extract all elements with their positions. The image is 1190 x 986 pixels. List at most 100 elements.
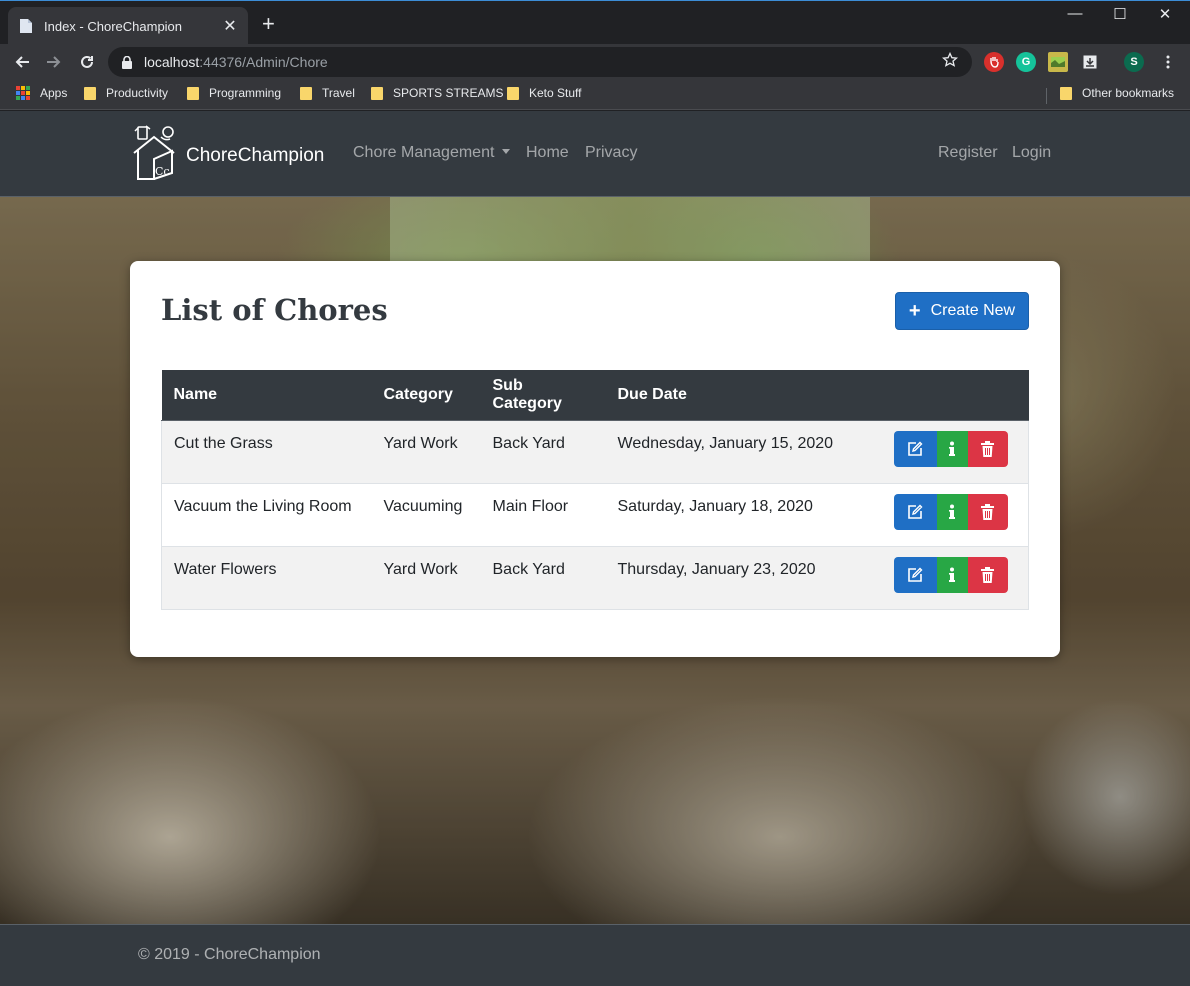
cell-name: Vacuum the Living Room [161, 482, 372, 546]
chore-table: Name Category Sub Category Due Date Cut … [161, 370, 1029, 610]
info-icon [949, 504, 955, 519]
page-title: List of Chores [161, 293, 388, 327]
bookmark-label: Productivity [106, 86, 169, 100]
cell-due-date: Saturday, January 18, 2020 [605, 482, 878, 546]
back-arrow-icon[interactable] [10, 50, 34, 74]
nav-register-link[interactable]: Register [938, 144, 998, 162]
bookmark-folder-productivity[interactable]: Productivity [84, 86, 168, 100]
edit-button[interactable] [893, 556, 937, 593]
cell-due-date: Thursday, January 23, 2020 [605, 545, 878, 610]
nav-chore-management-dropdown[interactable]: Chore Management [353, 144, 511, 162]
maximize-window-button[interactable]: ☐ [1097, 5, 1143, 23]
bookmark-label: Apps [40, 86, 68, 100]
cell-sub-category: Back Yard [480, 545, 606, 610]
bookmark-folder-sports-streams[interactable]: SPORTS STREAMS [371, 86, 503, 100]
reload-icon[interactable] [75, 50, 99, 74]
table-row: Water Flowers Yard Work Back Yard Thursd… [161, 545, 1029, 610]
profile-avatar[interactable]: S [1124, 52, 1144, 72]
cell-category: Yard Work [371, 419, 481, 483]
bookmark-folder-travel[interactable]: Travel [300, 86, 355, 100]
folder-icon [1060, 86, 1072, 100]
cell-sub-category: Main Floor [480, 482, 606, 546]
brand-link[interactable]: Cc ChoreChampion [128, 123, 324, 188]
info-icon [949, 567, 955, 582]
browser-toolbar: localhost:44376/Admin/Chore G S [0, 44, 1190, 80]
close-tab-icon[interactable]: ✕ [222, 16, 238, 36]
edit-button[interactable] [893, 493, 937, 530]
edit-icon [908, 441, 923, 456]
bookmark-folder-keto-stuff[interactable]: Keto Stuff [507, 86, 581, 100]
footer-copyright: © 2019 - ChoreChampion [138, 946, 321, 963]
bookmark-label: Travel [322, 86, 355, 100]
column-header-sub-category: Sub Category [480, 370, 606, 421]
bookmark-label: SPORTS STREAMS [393, 86, 504, 100]
folder-icon [507, 86, 519, 100]
lock-icon [122, 55, 132, 69]
cell-sub-category: Back Yard [480, 419, 606, 483]
edit-icon [908, 504, 923, 519]
site-navbar: Cc ChoreChampion Chore Management Home P… [0, 111, 1190, 197]
plus-icon: + [908, 300, 921, 322]
grammarly-extension-icon[interactable]: G [1016, 52, 1036, 72]
cell-actions [877, 482, 1029, 546]
browser-titlebar: Index - ChoreChampion ✕ + — ☐ ✕ [0, 0, 1190, 45]
bookmark-apps[interactable]: Apps [16, 86, 67, 100]
address-bar[interactable]: localhost:44376/Admin/Chore [108, 47, 972, 77]
svg-text:Cc: Cc [155, 165, 170, 178]
browser-tab[interactable]: Index - ChoreChampion ✕ [8, 7, 248, 45]
nav-home-link[interactable]: Home [526, 144, 569, 162]
tab-title: Index - ChoreChampion [44, 18, 183, 34]
nav-chore-management-label: Chore Management [353, 144, 495, 161]
cell-due-date: Wednesday, January 15, 2020 [605, 419, 878, 483]
bookmark-label: Programming [209, 86, 282, 100]
column-header-actions [877, 370, 1029, 421]
bookmark-label: Other bookmarks [1082, 86, 1175, 100]
folder-icon [187, 86, 199, 100]
chore-list-card: List of Chores + Create New Name Categor… [130, 261, 1060, 657]
new-tab-button[interactable]: + [262, 13, 275, 35]
cell-category: Vacuuming [371, 482, 481, 546]
folder-icon [300, 86, 312, 100]
apps-grid-icon [16, 86, 30, 100]
folder-icon [84, 86, 96, 100]
caret-down-icon [502, 148, 511, 154]
nav-login-link[interactable]: Login [1012, 144, 1051, 162]
bookmark-folder-other[interactable]: Other bookmarks [1060, 86, 1174, 100]
table-row: Cut the Grass Yard Work Back Yard Wednes… [161, 419, 1029, 483]
trash-icon [981, 440, 994, 457]
details-button[interactable] [936, 430, 968, 467]
trash-icon [981, 566, 994, 583]
cell-category: Yard Work [371, 545, 481, 610]
browser-menu-icon[interactable] [1158, 52, 1178, 72]
bookmark-folder-programming[interactable]: Programming [187, 86, 281, 100]
column-header-name: Name [161, 370, 372, 421]
minimize-window-button[interactable]: — [1052, 5, 1098, 22]
table-row: Vacuum the Living Room Vacuuming Main Fl… [161, 482, 1029, 546]
cell-actions [877, 545, 1029, 610]
table-header-row: Name Category Sub Category Due Date [161, 370, 1029, 421]
forward-arrow-icon[interactable] [42, 50, 66, 74]
delete-button[interactable] [967, 430, 1008, 467]
create-new-button[interactable]: + Create New [895, 292, 1029, 330]
bookmark-star-icon[interactable] [941, 51, 959, 73]
delete-button[interactable] [967, 556, 1008, 593]
bookmarks-divider [1046, 88, 1047, 104]
create-new-label: Create New [930, 302, 1016, 319]
brand-name: ChoreChampion [186, 144, 325, 166]
adblock-extension-icon[interactable] [984, 52, 1004, 72]
edit-icon [908, 567, 923, 582]
chorechampion-logo-icon: Cc [128, 123, 180, 188]
details-button[interactable] [936, 493, 968, 530]
edit-button[interactable] [893, 430, 937, 467]
column-header-due-date: Due Date [605, 370, 878, 421]
page-icon [18, 18, 34, 34]
folder-icon [371, 86, 383, 100]
download-icon[interactable] [1080, 52, 1100, 72]
info-icon [949, 441, 955, 456]
close-window-button[interactable]: ✕ [1142, 5, 1188, 23]
nav-privacy-link[interactable]: Privacy [585, 144, 637, 162]
details-button[interactable] [936, 556, 968, 593]
site-footer: © 2019 - ChoreChampion [0, 924, 1190, 986]
delete-button[interactable] [967, 493, 1008, 530]
extension-icon[interactable] [1048, 52, 1068, 72]
